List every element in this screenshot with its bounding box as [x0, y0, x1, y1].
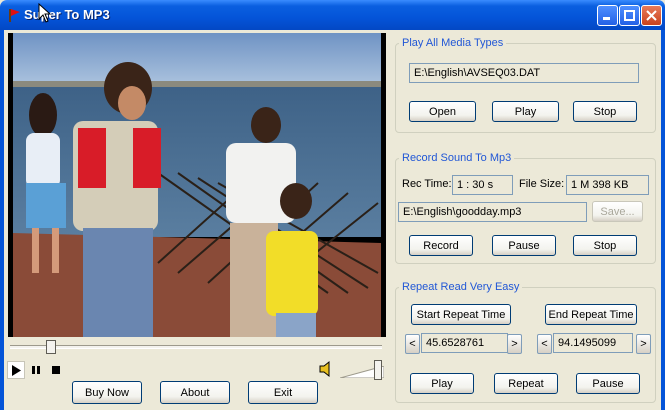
- minimize-icon: [603, 17, 610, 20]
- play-button[interactable]: Play: [492, 101, 559, 122]
- title-bar[interactable]: Super To MP3: [0, 0, 665, 30]
- start-increment-button[interactable]: >: [507, 334, 522, 354]
- pause-control[interactable]: [27, 361, 45, 379]
- video-frame-image: [13, 33, 381, 337]
- close-icon: [646, 10, 657, 21]
- mouse-cursor-icon: [38, 3, 52, 23]
- repeat-button[interactable]: Repeat: [494, 373, 558, 394]
- record-pause-button[interactable]: Pause: [492, 235, 556, 256]
- rec-time-value: 1 : 30 s: [452, 175, 513, 195]
- stop-button[interactable]: Stop: [573, 101, 637, 122]
- seek-bar-thumb[interactable]: [46, 340, 57, 354]
- app-icon: [9, 9, 20, 22]
- minimize-button[interactable]: [597, 5, 618, 26]
- start-time-field[interactable]: 45.6528761: [421, 333, 508, 353]
- maximize-button[interactable]: [619, 5, 640, 26]
- play-all-legend: Play All Media Types: [399, 37, 507, 49]
- about-button[interactable]: About: [160, 381, 230, 404]
- record-stop-button[interactable]: Stop: [573, 235, 637, 256]
- end-time-field[interactable]: 94.1495099: [553, 333, 633, 353]
- file-size-label: File Size:: [519, 178, 565, 190]
- repeat-play-button[interactable]: Play: [410, 373, 474, 394]
- maximize-icon: [624, 10, 635, 21]
- window-frame-left: [0, 30, 4, 410]
- close-button[interactable]: [641, 5, 662, 26]
- record-legend: Record Sound To Mp3: [399, 152, 515, 164]
- buy-now-button[interactable]: Buy Now: [72, 381, 142, 404]
- end-decrement-button[interactable]: <: [537, 334, 552, 354]
- speaker-icon[interactable]: [318, 360, 334, 378]
- end-repeat-time-button[interactable]: End Repeat Time: [545, 304, 637, 325]
- window-title: Super To MP3: [24, 7, 110, 22]
- seek-bar-track[interactable]: [10, 345, 382, 349]
- record-path-field[interactable]: E:\English\goodday.mp3: [398, 202, 587, 222]
- start-decrement-button[interactable]: <: [405, 334, 420, 354]
- volume-slider-thumb[interactable]: [374, 360, 383, 380]
- file-size-value: 1 M 398 KB: [566, 175, 649, 195]
- pause-icon: [32, 366, 40, 374]
- open-button[interactable]: Open: [409, 101, 476, 122]
- save-button[interactable]: Save...: [592, 201, 643, 222]
- video-display[interactable]: [8, 33, 386, 337]
- repeat-pause-button[interactable]: Pause: [576, 373, 640, 394]
- stop-control[interactable]: [47, 361, 65, 379]
- stop-icon: [52, 366, 60, 374]
- play-control[interactable]: [7, 361, 25, 379]
- repeat-legend: Repeat Read Very Easy: [399, 281, 523, 293]
- start-repeat-time-button[interactable]: Start Repeat Time: [411, 304, 511, 325]
- window-frame-right: [661, 30, 665, 410]
- record-button[interactable]: Record: [409, 235, 473, 256]
- end-increment-button[interactable]: >: [636, 334, 651, 354]
- media-path-field[interactable]: E:\English\AVSEQ03.DAT: [409, 63, 639, 83]
- rec-time-label: Rec Time:: [402, 178, 452, 190]
- play-icon: [12, 364, 21, 376]
- exit-button[interactable]: Exit: [248, 381, 318, 404]
